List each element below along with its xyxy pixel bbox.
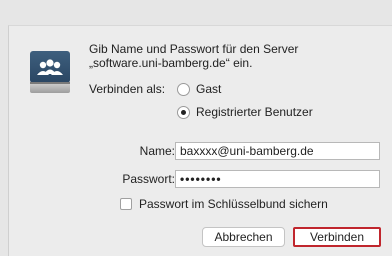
window-titlebar (0, 0, 392, 25)
radio-registered[interactable] (177, 105, 190, 119)
prompt-text: Gib Name und Passwort für den Server „so… (89, 42, 379, 70)
radio-registered-option[interactable]: Registrierter Benutzer (177, 105, 313, 119)
connect-button[interactable]: Verbinden (293, 227, 381, 247)
radio-registered-label: Registrierter Benutzer (196, 105, 313, 119)
name-field[interactable]: baxxxx@uni-bamberg.de (175, 142, 380, 160)
network-server-icon (30, 51, 70, 93)
server-login-dialog: Gib Name und Passwort für den Server „so… (8, 25, 392, 256)
radio-guest[interactable] (177, 82, 190, 96)
keychain-label: Passwort im Schlüsselbund sichern (139, 197, 328, 211)
password-field[interactable]: •••••••• (175, 170, 380, 188)
keychain-checkbox[interactable] (120, 198, 132, 210)
radio-guest-label: Gast (196, 82, 222, 96)
name-label: Name: (139, 144, 175, 158)
prompt-line-1: Gib Name und Passwort für den Server (89, 42, 299, 56)
password-label: Passwort: (122, 172, 175, 186)
prompt-line-2: „software.uni-bamberg.de“ ein. (89, 56, 253, 70)
keychain-option[interactable]: Passwort im Schlüsselbund sichern (120, 197, 328, 211)
radio-guest-option[interactable]: Gast (177, 82, 221, 96)
cancel-button[interactable]: Abbrechen (202, 227, 285, 247)
connect-as-label: Verbinden als: (89, 82, 166, 96)
